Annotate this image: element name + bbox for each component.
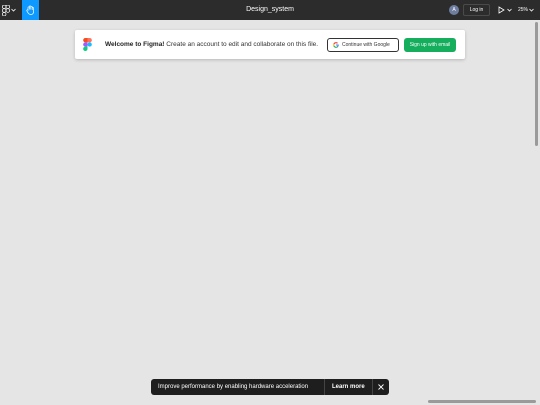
toast-divider [324, 379, 325, 395]
toast-divider [372, 379, 373, 395]
avatar[interactable]: A [449, 5, 459, 15]
google-icon [333, 42, 339, 48]
figma-logo-icon [83, 38, 92, 51]
present-button[interactable] [498, 5, 512, 15]
toast-message: Improve performance by enabling hardware… [158, 384, 309, 390]
hardware-acceleration-toast: Improve performance by enabling hardware… [151, 379, 389, 395]
chevron-down-icon [507, 8, 512, 12]
learn-more-link[interactable]: Learn more [332, 379, 365, 395]
top-toolbar: Design_system A Log in 25% [0, 0, 540, 20]
zoom-menu[interactable]: 25% [518, 5, 534, 15]
google-button-label: Continue with Google [342, 42, 390, 48]
close-icon [378, 384, 384, 390]
welcome-message: Welcome to Figma! Create an account to e… [105, 30, 318, 59]
toast-close-button[interactable] [374, 379, 388, 395]
play-icon [498, 6, 505, 14]
horizontal-scrollbar[interactable] [428, 400, 536, 403]
login-button[interactable]: Log in [463, 4, 490, 16]
vertical-scrollbar[interactable] [535, 22, 538, 146]
document-title: Design_system [246, 6, 294, 13]
signup-with-email-button[interactable]: Sign up with email [404, 38, 456, 52]
welcome-title: Welcome to Figma! [105, 41, 165, 48]
welcome-banner: Welcome to Figma! Create an account to e… [75, 30, 465, 59]
zoom-level: 25% [518, 7, 529, 13]
chevron-down-icon [529, 8, 534, 12]
continue-with-google-button[interactable]: Continue with Google [327, 38, 399, 52]
welcome-subtitle: Create an account to edit and collaborat… [166, 41, 319, 48]
